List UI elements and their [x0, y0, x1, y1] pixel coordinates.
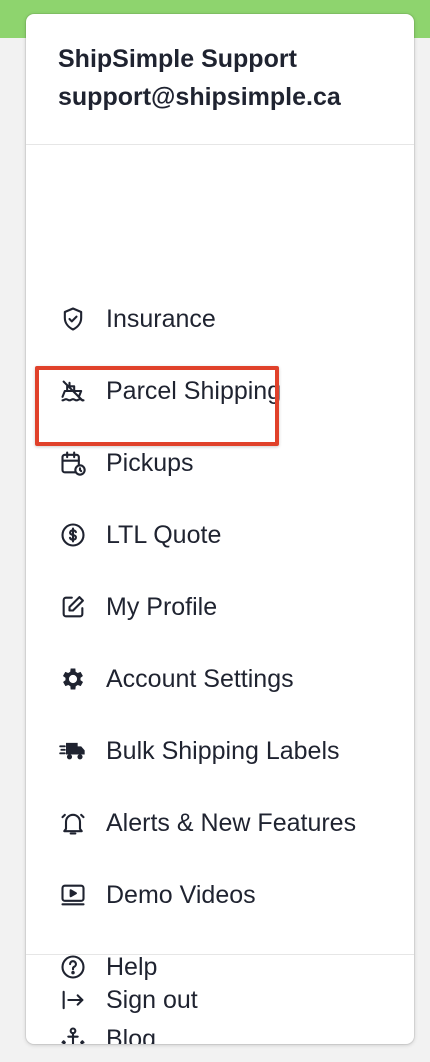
shield-icon	[58, 304, 88, 334]
menu-item-label: My Profile	[106, 592, 218, 621]
menu-item-label: Account Settings	[106, 664, 294, 693]
edit-icon	[58, 592, 88, 622]
sign-out-icon	[58, 985, 88, 1015]
user-name: ShipSimple Support	[58, 45, 297, 73]
menu-item-label: Demo Videos	[106, 880, 256, 909]
menu-header: ShipSimple Support support@shipsimple.ca	[26, 14, 414, 145]
menu-item-label: Parcel Shipping	[106, 376, 282, 405]
truck-fast-icon	[58, 736, 88, 766]
calendar-clock-icon	[58, 448, 88, 478]
gear-icon	[58, 664, 88, 694]
menu-item-ltl-quote[interactable]: LTL Quote	[26, 499, 414, 571]
menu-item-pickups[interactable]: Pickups	[26, 427, 414, 499]
user-dropdown-menu: ShipSimple Support support@shipsimple.ca…	[26, 14, 414, 1044]
menu-item-label: LTL Quote	[106, 520, 222, 549]
menu-footer: Sign out	[26, 954, 414, 1044]
menu-item-parcel-shipping[interactable]: Parcel Shipping	[26, 355, 414, 427]
menu-item-alerts-new-features[interactable]: Alerts & New Features	[26, 787, 414, 859]
sign-out-label: Sign out	[106, 985, 198, 1014]
menu-item-label: Pickups	[106, 448, 194, 477]
menu-item-label: Bulk Shipping Labels	[106, 736, 340, 765]
user-email: support@shipsimple.ca	[58, 83, 341, 111]
menu-item-my-profile[interactable]: My Profile	[26, 571, 414, 643]
menu-item-insurance[interactable]: Insurance	[26, 283, 414, 355]
bell-icon	[58, 808, 88, 838]
video-icon	[58, 880, 88, 910]
dollar-circle-icon	[58, 520, 88, 550]
ship-icon	[58, 376, 88, 406]
menu-item-label: Insurance	[106, 304, 216, 333]
menu-item-label: Alerts & New Features	[106, 808, 357, 837]
sign-out-button[interactable]: Sign out	[26, 964, 414, 1036]
menu-item-account-settings[interactable]: Account Settings	[26, 643, 414, 715]
menu-item-bulk-shipping-labels[interactable]: Bulk Shipping Labels	[26, 715, 414, 787]
menu-item-demo-videos[interactable]: Demo Videos	[26, 859, 414, 931]
